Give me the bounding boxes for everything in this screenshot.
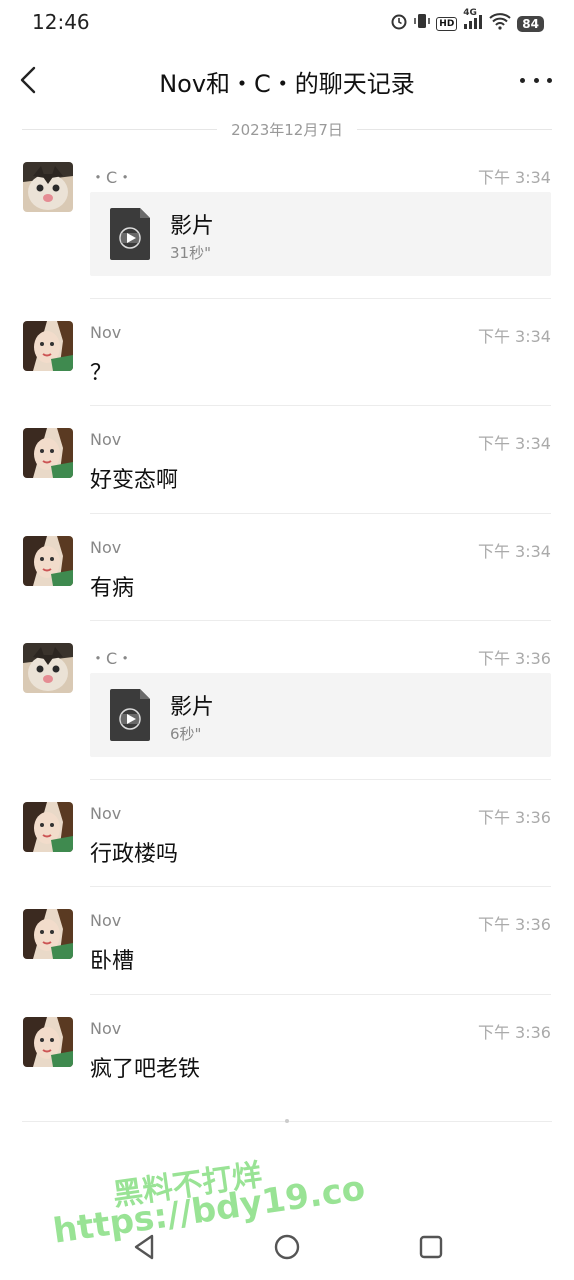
message-divider bbox=[90, 513, 551, 514]
message-text: 卧槽 bbox=[90, 949, 135, 974]
card-title: 影片 bbox=[170, 214, 215, 239]
page-title: Nov和・C・的聊天记录 bbox=[159, 70, 415, 98]
status-bar: 12:46 HD 4G 84 bbox=[0, 0, 574, 44]
message-divider bbox=[90, 620, 551, 621]
message-text: 行政楼吗 bbox=[90, 842, 179, 867]
sender-name: Nov bbox=[90, 323, 122, 342]
hd-icon: HD bbox=[436, 16, 458, 31]
sender-name: Nov bbox=[90, 430, 122, 449]
message-divider bbox=[90, 886, 551, 887]
wifi-icon bbox=[489, 12, 511, 35]
message-text: 好变态啊 bbox=[90, 468, 179, 493]
system-nav-bar bbox=[0, 1216, 574, 1280]
girl-avatar[interactable] bbox=[23, 321, 73, 371]
vibrate-icon bbox=[414, 12, 431, 35]
nav-back-icon bbox=[134, 1234, 154, 1260]
nav-back-button[interactable] bbox=[130, 1232, 158, 1262]
more-dots-icon bbox=[520, 77, 525, 83]
message-time: 下午 3:34 bbox=[477, 434, 551, 453]
girl-avatar[interactable] bbox=[23, 428, 73, 478]
sender-name: ・C・ bbox=[90, 168, 134, 187]
cat-avatar[interactable] bbox=[23, 643, 73, 693]
message-divider bbox=[90, 298, 551, 299]
more-dot bbox=[533, 77, 539, 83]
girl-avatar[interactable] bbox=[23, 536, 73, 586]
message-divider bbox=[90, 779, 551, 780]
sender-name: ・C・ bbox=[90, 649, 134, 668]
card-title: 影片 bbox=[170, 695, 215, 720]
message-time: 下午 3:34 bbox=[477, 168, 551, 187]
more-button[interactable] bbox=[520, 66, 552, 94]
signal-icon: 4G bbox=[463, 8, 483, 35]
girl-avatar[interactable] bbox=[23, 802, 73, 852]
message-time: 下午 3:36 bbox=[477, 649, 551, 668]
status-time: 12:46 bbox=[32, 10, 90, 34]
message-time: 下午 3:34 bbox=[477, 542, 551, 561]
girl-avatar[interactable] bbox=[23, 909, 73, 959]
video-file-icon bbox=[110, 689, 150, 741]
message-text: ？ bbox=[90, 361, 113, 386]
status-icons: HD 4G 84 bbox=[390, 8, 544, 35]
message-time: 下午 3:36 bbox=[477, 808, 551, 827]
message-divider bbox=[90, 994, 551, 995]
date-label: 2023年12月7日 bbox=[231, 120, 343, 139]
video-card[interactable]: 影片 6秒" bbox=[90, 673, 551, 757]
sender-name: Nov bbox=[90, 804, 122, 823]
nav-home-icon bbox=[274, 1234, 300, 1260]
message-time: 下午 3:36 bbox=[477, 1023, 551, 1042]
end-dot bbox=[285, 1119, 289, 1123]
cat-avatar[interactable] bbox=[23, 162, 73, 212]
sender-name: Nov bbox=[90, 538, 122, 557]
girl-avatar[interactable] bbox=[23, 1017, 73, 1067]
nav-recent-button[interactable] bbox=[418, 1234, 444, 1260]
nav-home-button[interactable] bbox=[273, 1233, 301, 1261]
battery-icon: 84 bbox=[517, 15, 544, 32]
message-time: 下午 3:36 bbox=[477, 915, 551, 934]
card-duration: 6秒" bbox=[170, 725, 202, 743]
message-text: 有病 bbox=[90, 576, 135, 601]
sender-name: Nov bbox=[90, 911, 122, 930]
message-divider bbox=[90, 405, 551, 406]
date-divider: 2023年12月7日 bbox=[22, 118, 552, 140]
divider-line bbox=[22, 128, 218, 130]
more-dot bbox=[547, 77, 552, 83]
divider-line bbox=[356, 128, 552, 130]
sender-name: Nov bbox=[90, 1019, 122, 1038]
card-duration: 31秒" bbox=[170, 244, 211, 262]
nav-recent-icon bbox=[419, 1235, 443, 1259]
video-file-icon bbox=[110, 208, 150, 260]
header: Nov和・C・的聊天记录 bbox=[0, 52, 574, 108]
message-text: 疯了吧老铁 bbox=[90, 1057, 201, 1082]
alarm-icon bbox=[390, 12, 408, 35]
message-time: 下午 3:34 bbox=[477, 327, 551, 346]
video-card[interactable]: 影片 31秒" bbox=[90, 192, 551, 276]
network-label: 4G bbox=[463, 8, 477, 18]
